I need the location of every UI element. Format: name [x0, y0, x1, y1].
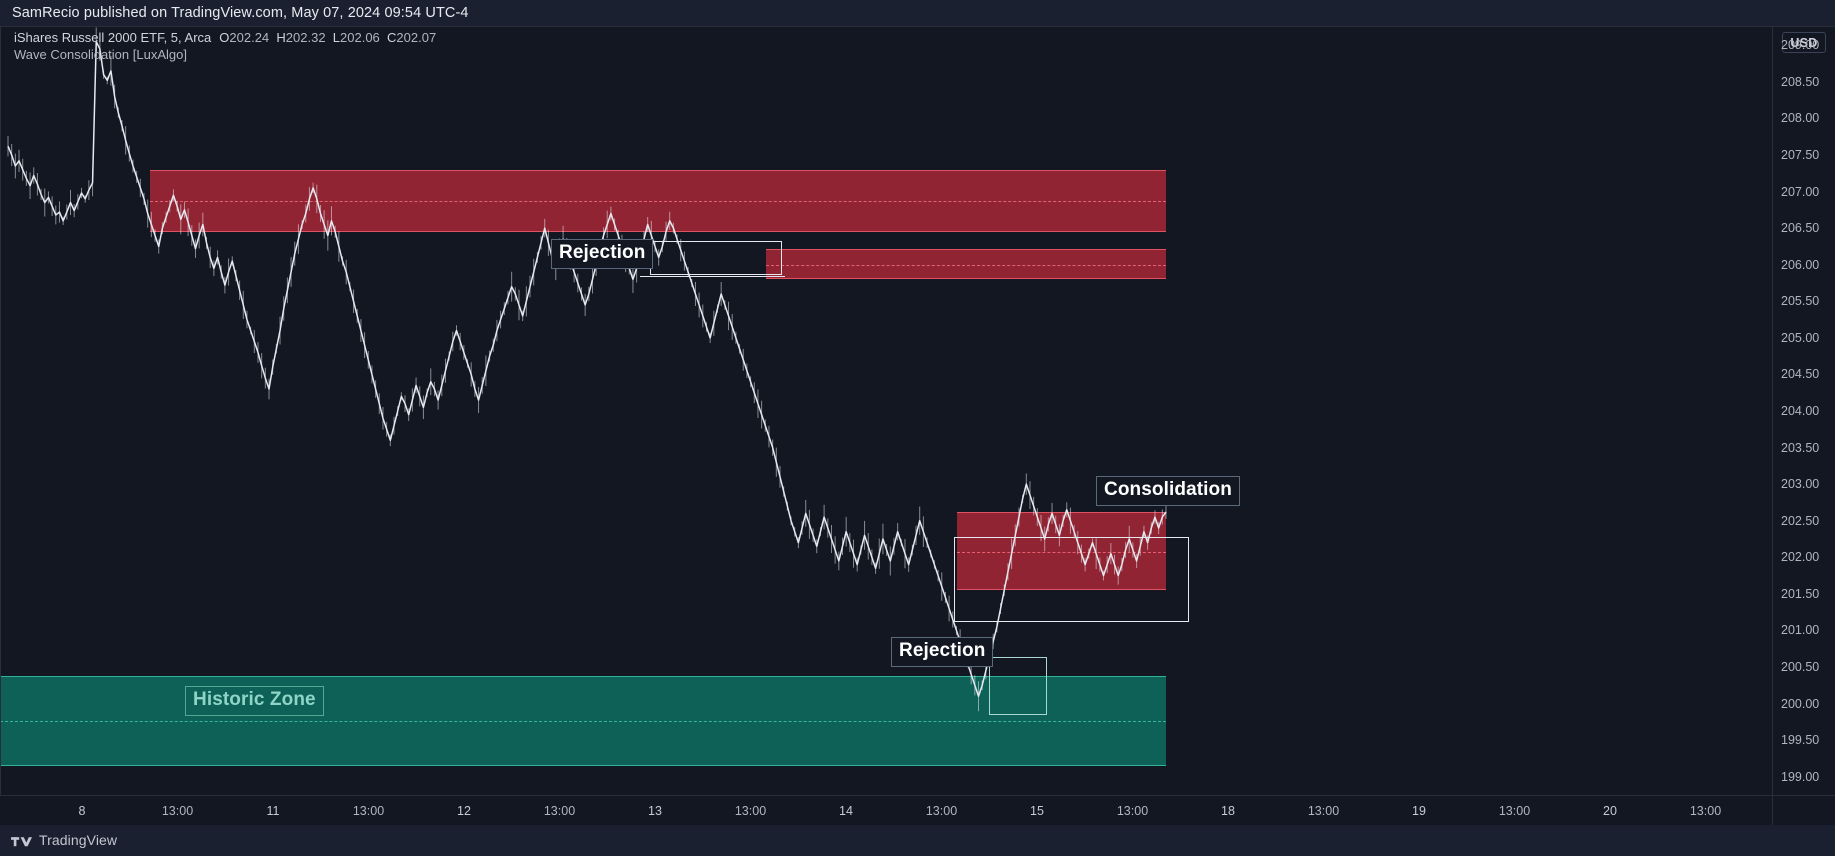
price-axis-tick: 208.00: [1781, 111, 1820, 126]
time-axis-tick: 13:00: [1689, 804, 1722, 818]
time-axis-tick: 13:00: [1307, 804, 1340, 818]
time-axis-tick: 13:00: [352, 804, 385, 818]
price-axis-tick: 207.50: [1781, 148, 1820, 162]
time-axis-tick: 13:00: [734, 804, 767, 818]
price-axis-tick: 201.00: [1781, 623, 1820, 638]
time-axis-tick: 14: [839, 804, 853, 818]
price-axis-tick: 207.00: [1781, 184, 1820, 199]
annotation-consolidation[interactable]: Consolidation: [1096, 476, 1240, 506]
price-axis-tick: 208.50: [1781, 74, 1820, 89]
tradingview-logo-text: TradingView: [39, 832, 118, 848]
bottom-strip: [0, 825, 1835, 856]
tradingview-watermark: TradingView: [11, 832, 117, 848]
time-axis-tick: 20: [1603, 804, 1617, 818]
time-axis-tick: 13:00: [161, 804, 194, 818]
wave-box-upper-rejection[interactable]: [650, 241, 782, 275]
wave-box-lower-rejection[interactable]: [989, 657, 1047, 715]
chart-plot-area[interactable]: [0, 27, 1772, 795]
time-axis-tick: 13:00: [543, 804, 576, 818]
price-axis-tick: 200.00: [1781, 696, 1820, 711]
rejection-connector-line: [640, 276, 785, 277]
price-axis-tick: 205.50: [1781, 294, 1820, 309]
price-series: [7, 27, 1167, 712]
tradingview-logo-icon: [11, 837, 32, 847]
time-axis-tick: 13:00: [1498, 804, 1531, 818]
time-axis-tick: 8: [78, 804, 86, 818]
price-axis-tick: 201.50: [1781, 586, 1820, 601]
axis-corner[interactable]: [1772, 795, 1835, 825]
time-axis-tick: 18: [1221, 804, 1235, 818]
annotation-rejection-upper[interactable]: Rejection: [551, 239, 654, 269]
time-axis-tick: 19: [1412, 804, 1426, 818]
price-axis-tick: 202.00: [1781, 550, 1820, 565]
annotation-rejection-lower[interactable]: Rejection: [891, 637, 994, 667]
price-axis-tick: 204.50: [1781, 367, 1820, 382]
time-axis[interactable]: 8 13:00 11 13:00 12 13:00 13 13:00 14 13:00 15 13:0…: [0, 795, 1772, 825]
price-axis-tick: 202.50: [1781, 513, 1820, 528]
price-axis-tick: 199.00: [1781, 769, 1820, 784]
price-axis-tick: 203.50: [1781, 440, 1820, 455]
price-axis-tick: 206.00: [1781, 257, 1820, 272]
price-axis-tick: 206.50: [1781, 221, 1820, 236]
time-axis-tick: 13:00: [925, 804, 958, 818]
attribution-bar: SamRecio published on TradingView.com, M…: [0, 0, 1835, 27]
price-axis-tick: 209.00: [1781, 38, 1820, 53]
time-axis-tick: 11: [266, 804, 280, 818]
time-axis-tick: 15: [1030, 804, 1044, 818]
attribution-text: SamRecio published on TradingView.com, M…: [12, 5, 469, 21]
time-axis-tick: 13:00: [1116, 804, 1149, 818]
time-axis-tick: 12: [457, 804, 471, 818]
price-axis-tick: 203.00: [1781, 477, 1820, 492]
price-axis-tick: 200.50: [1781, 660, 1820, 674]
price-axis-tick: 205.00: [1781, 330, 1820, 345]
price-axis-tick: 199.50: [1781, 733, 1820, 748]
chart-left-border: [0, 27, 1, 795]
wave-box-consolidation[interactable]: [954, 537, 1189, 622]
price-axis[interactable]: USD 209.00 208.50 208.00 207.50 207.00 206.50…: [1772, 27, 1835, 795]
price-axis-tick: 204.00: [1781, 404, 1820, 418]
time-axis-tick: 13: [648, 804, 662, 818]
annotation-historic-zone[interactable]: Historic Zone: [185, 686, 324, 716]
